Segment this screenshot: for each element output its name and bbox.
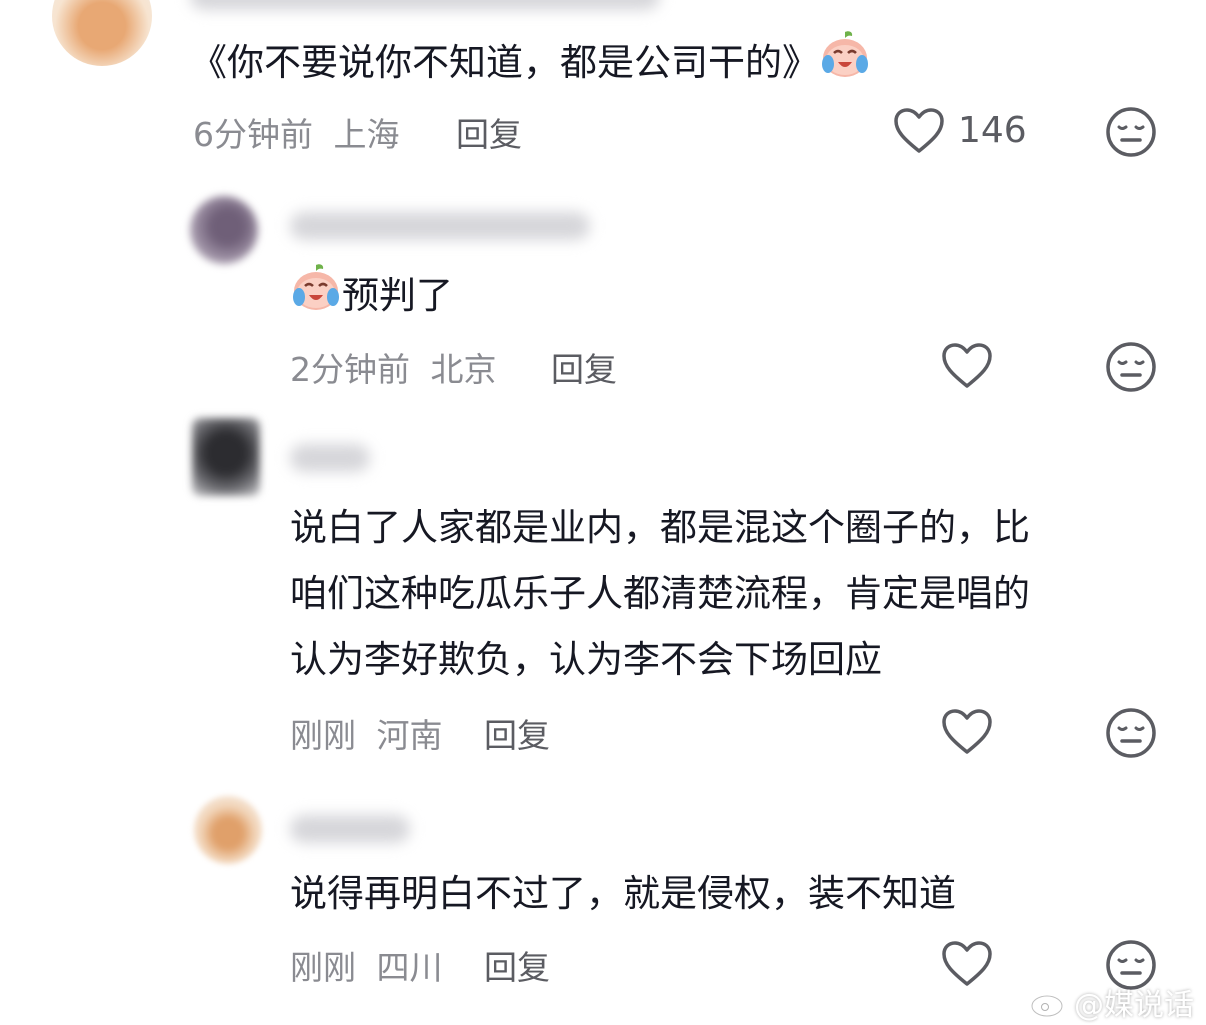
heart-outline-icon (942, 709, 992, 754)
reply-button[interactable]: 回复 (484, 941, 550, 989)
comment-location: 上海 (333, 115, 400, 154)
heart-outline-icon (942, 343, 992, 388)
neutral-face-icon (1106, 107, 1156, 157)
comment-meta: 刚刚 四川 (290, 941, 443, 989)
comment-line: 说白了人家都是业内，都是混这个圈子的，比 (290, 506, 1030, 549)
username-blurred[interactable] (290, 444, 370, 472)
comment-meta: 6分钟前 上海 (193, 108, 400, 156)
watermark-text: @媒说话 (1074, 988, 1194, 1023)
comment-meta: 2分钟前 北京 (290, 343, 497, 391)
crying-laughing-peach-emoji-icon (290, 261, 342, 334)
comment-location: 四川 (376, 948, 443, 987)
like-button[interactable] (940, 707, 994, 761)
comment-time: 6分钟前 (193, 115, 313, 154)
dislike-button[interactable] (1105, 341, 1157, 397)
like-button[interactable] (892, 106, 946, 160)
comment-text: 预判了 (290, 261, 453, 334)
comment-line: 咱们这种吃瓜乐子人都清楚流程，肯定是唱的 (290, 572, 1030, 615)
comment-text: 说白了人家都是业内，都是混这个圈子的，比 咱们这种吃瓜乐子人都清楚流程，肯定是唱… (290, 495, 1030, 693)
username-blurred[interactable] (290, 815, 410, 843)
comment-text: 说得再明白不过了，就是侵权，装不知道 (290, 872, 956, 915)
like-button[interactable] (940, 341, 994, 395)
comment-time: 刚刚 (290, 716, 356, 755)
comment-location: 北京 (430, 350, 497, 389)
comment-meta: 刚刚 河南 (290, 709, 443, 757)
username-blurred[interactable] (290, 212, 590, 240)
like-button[interactable] (940, 939, 994, 993)
reply-button[interactable]: 回复 (456, 108, 522, 156)
heart-outline-icon (894, 108, 944, 153)
neutral-face-icon (1106, 708, 1156, 758)
heart-outline-icon (942, 941, 992, 986)
avatar[interactable] (192, 418, 260, 496)
neutral-face-icon (1106, 342, 1156, 392)
username-blurred[interactable] (190, 0, 660, 10)
reply-button[interactable]: 回复 (484, 709, 550, 757)
comment-location: 河南 (376, 716, 443, 755)
reply-button[interactable]: 回复 (551, 343, 617, 391)
watermark: @媒说话 (1030, 980, 1194, 1024)
crying-laughing-peach-emoji-icon (819, 28, 871, 101)
comment-line: 认为李好欺负，认为李不会下场回应 (290, 638, 882, 681)
avatar[interactable] (194, 796, 262, 864)
like-count: 146 (958, 110, 1027, 151)
dislike-button[interactable] (1105, 707, 1157, 763)
avatar[interactable] (52, 0, 152, 66)
weibo-logo-icon (1030, 988, 1068, 1018)
comment-time: 刚刚 (290, 948, 356, 987)
comment-text: 《你不要说你不知道，都是公司干的》 (190, 28, 871, 101)
dislike-button[interactable] (1105, 106, 1157, 162)
avatar[interactable] (190, 196, 258, 264)
comment-time: 2分钟前 (290, 350, 410, 389)
